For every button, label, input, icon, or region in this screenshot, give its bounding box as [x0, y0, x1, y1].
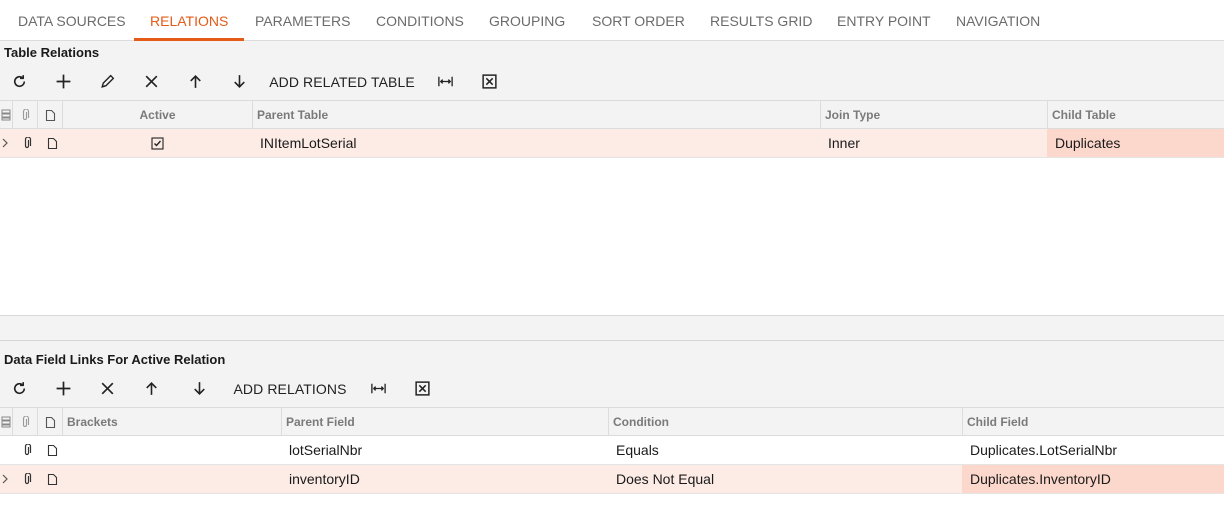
tab-parameters[interactable]: PARAMETERS	[255, 0, 350, 41]
fit-columns-button[interactable]	[367, 374, 389, 403]
tab-results-grid[interactable]: RESULTS GRID	[710, 0, 812, 41]
refresh-icon	[13, 75, 25, 88]
column-header-join-type[interactable]: Join Type	[820, 101, 1047, 129]
excel-export-button[interactable]	[478, 67, 500, 96]
column-header-condition[interactable]: Condition	[608, 408, 962, 436]
column-settings-icon[interactable]	[0, 101, 12, 129]
section-divider	[0, 340, 1224, 341]
child-table-cell[interactable]: Duplicates	[1047, 129, 1224, 157]
move-down-button[interactable]	[188, 374, 210, 403]
column-header-parent-table[interactable]: Parent Table	[252, 101, 820, 129]
delete-button[interactable]	[96, 374, 118, 403]
delete-icon	[145, 75, 157, 88]
table-row[interactable]: inventoryID Does Not Equal Duplicates.In…	[0, 465, 1224, 494]
fit-columns-icon	[437, 76, 453, 87]
attachment-icon[interactable]	[15, 436, 39, 464]
table-relations-grid: Active Parent Table Join Type Child Tabl…	[0, 100, 1224, 316]
refresh-button[interactable]	[8, 67, 30, 96]
delete-button[interactable]	[140, 67, 162, 96]
refresh-button[interactable]	[8, 374, 30, 403]
table-relations-title: Table Relations	[4, 45, 100, 60]
active-checkbox[interactable]	[146, 129, 168, 157]
data-field-links-grid-header: Brackets Parent Field Condition Child Fi…	[0, 407, 1224, 436]
column-header-brackets[interactable]: Brackets	[62, 408, 281, 436]
table-row[interactable]: lotSerialNbr Equals Duplicates.LotSerial…	[0, 436, 1224, 465]
attachment-header-icon	[12, 101, 37, 129]
table-row[interactable]: INItemLotSerial Inner Duplicates	[0, 129, 1224, 158]
tab-data-sources[interactable]: DATA SOURCES	[18, 0, 126, 41]
condition-cell[interactable]: Does Not Equal	[616, 465, 714, 493]
parent-table-cell[interactable]: INItemLotSerial	[260, 129, 356, 157]
child-field-cell[interactable]: Duplicates.InventoryID	[962, 465, 1224, 493]
table-relations-grid-header: Active Parent Table Join Type Child Tabl…	[0, 100, 1224, 129]
tab-relations[interactable]: RELATIONS	[133, 0, 245, 41]
attachment-icon[interactable]	[15, 465, 39, 493]
refresh-icon	[13, 382, 25, 395]
tab-navigation[interactable]: NAVIGATION	[956, 0, 1040, 41]
excel-export-icon	[414, 381, 430, 396]
note-icon[interactable]	[40, 465, 64, 493]
add-icon	[56, 381, 70, 396]
data-field-links-grid: Brackets Parent Field Condition Child Fi…	[0, 407, 1224, 530]
data-field-links-toolbar: ADD RELATIONS	[0, 374, 1224, 403]
column-header-parent-field[interactable]: Parent Field	[281, 408, 608, 436]
column-settings-icon[interactable]	[0, 408, 12, 436]
parent-field-cell[interactable]: inventoryID	[289, 465, 360, 493]
tab-grouping[interactable]: GROUPING	[489, 0, 565, 41]
add-relations-button[interactable]: ADD RELATIONS	[233, 374, 347, 403]
column-header-child-table[interactable]: Child Table	[1047, 101, 1224, 129]
column-header-active[interactable]: Active	[62, 101, 252, 129]
data-field-links-title: Data Field Links For Active Relation	[4, 352, 226, 367]
add-relations-label: ADD RELATIONS	[233, 380, 347, 397]
move-up-button[interactable]	[140, 374, 162, 403]
fit-columns-button[interactable]	[434, 67, 456, 96]
delete-icon	[101, 382, 113, 395]
note-header-icon	[37, 101, 62, 129]
fit-columns-icon	[370, 383, 386, 394]
move-up-icon	[189, 75, 201, 88]
move-up-button[interactable]	[184, 67, 206, 96]
tab-sort-order[interactable]: SORT ORDER	[592, 0, 685, 41]
add-icon	[56, 74, 70, 89]
add-related-table-button[interactable]: ADD RELATED TABLE	[269, 67, 415, 96]
tab-conditions[interactable]: CONDITIONS	[376, 0, 464, 41]
column-header-child-field[interactable]: Child Field	[962, 408, 1224, 436]
move-down-icon	[193, 382, 205, 395]
add-related-table-label: ADD RELATED TABLE	[269, 73, 415, 90]
move-down-icon	[233, 75, 245, 88]
note-icon[interactable]	[40, 436, 64, 464]
row-selector-chevron-icon	[0, 129, 10, 157]
tab-bar: DATA SOURCES RELATIONS PARAMETERS CONDIT…	[0, 0, 1224, 41]
parent-field-cell[interactable]: lotSerialNbr	[289, 436, 362, 464]
excel-export-icon	[481, 74, 497, 89]
child-field-cell[interactable]: Duplicates.LotSerialNbr	[970, 436, 1117, 464]
attachment-icon[interactable]	[15, 129, 39, 157]
join-type-cell[interactable]: Inner	[828, 129, 860, 157]
tab-entry-point[interactable]: ENTRY POINT	[837, 0, 931, 41]
add-button[interactable]	[52, 67, 74, 96]
note-icon[interactable]	[40, 129, 64, 157]
move-up-icon	[145, 382, 157, 395]
edit-button[interactable]	[96, 67, 118, 96]
attachment-header-icon	[12, 408, 37, 436]
table-relations-toolbar: ADD RELATED TABLE	[0, 67, 1224, 96]
add-button[interactable]	[52, 374, 74, 403]
condition-cell[interactable]: Equals	[616, 436, 659, 464]
move-down-button[interactable]	[228, 67, 250, 96]
excel-export-button[interactable]	[411, 374, 433, 403]
note-header-icon	[37, 408, 62, 436]
edit-icon	[100, 74, 114, 88]
row-selector-chevron-icon	[0, 465, 10, 493]
